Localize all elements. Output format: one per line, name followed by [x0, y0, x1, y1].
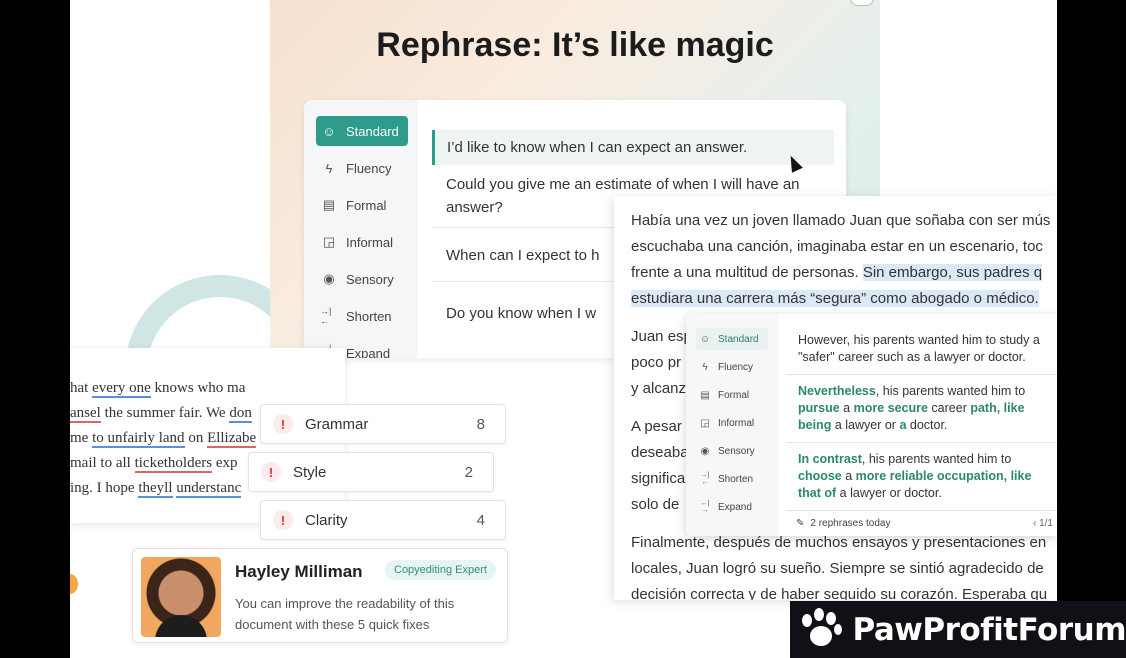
- decorative-dot: [70, 574, 78, 594]
- mini-option[interactable]: In contrast, his parents wanted him to c…: [786, 443, 1057, 510]
- mode-shorten[interactable]: →|← Shorten: [316, 301, 408, 331]
- text-line: estudiara una carrera más “segura” como …: [614, 286, 1057, 312]
- mini-mode-expand[interactable]: ←|→ Expand: [696, 496, 768, 518]
- mini-mode-fluency[interactable]: ϟ Fluency: [696, 356, 768, 378]
- document-icon: ▤: [700, 389, 710, 401]
- issue-count: 8: [476, 415, 485, 433]
- chat-bubbles-icon: ◲: [322, 234, 336, 249]
- alert-icon: !: [273, 510, 293, 530]
- doc-line: mail to all ticketholders exp: [70, 455, 238, 473]
- mode-standard[interactable]: ☺ Standard: [316, 116, 408, 146]
- mini-rephraser: ☺ Standard ϟ Fluency ▤ Formal ◲ Informal ◉ Se…: [686, 314, 1057, 536]
- chat-bubbles-icon: ◲: [700, 417, 710, 429]
- flagged-word[interactable]: theyll: [138, 480, 173, 498]
- doc-line: me to unfairly land on Ellizabe: [70, 430, 257, 448]
- corner-badge: [850, 0, 874, 6]
- mode-label: Standard: [346, 123, 399, 139]
- issue-label: Style: [293, 463, 327, 481]
- mini-options: However, his parents wanted him to study…: [786, 324, 1057, 510]
- doc-line: ing. I hope theyll understanc: [70, 480, 242, 498]
- mini-option[interactable]: Nevertheless, his parents wanted him to …: [786, 375, 1057, 443]
- issue-count: 4: [476, 511, 485, 529]
- alert-icon: !: [261, 462, 281, 482]
- mode-label: Shorten: [346, 308, 392, 324]
- flagged-word[interactable]: every one: [92, 380, 151, 398]
- mode-label: Expand: [346, 345, 391, 359]
- highlighted-text[interactable]: Sin embargo, sus padres q: [862, 264, 1043, 281]
- mode-sensory[interactable]: ◉ Sensory: [316, 264, 408, 294]
- pagination[interactable]: ‹ 1/1: [1033, 518, 1053, 529]
- mini-mode-list: ☺ Standard ϟ Fluency ▤ Formal ◲ Informal ◉ Se…: [686, 314, 778, 536]
- watermark-banner: PawProfitForum: [790, 601, 1126, 658]
- text-line: locales, Juan logró su sueño. Siempre se…: [631, 560, 1044, 577]
- document-icon: ▤: [322, 197, 336, 212]
- flagged-word[interactable]: ticketholders: [134, 455, 213, 473]
- flagged-word[interactable]: don: [229, 405, 252, 423]
- smile-icon: ☺: [699, 333, 711, 345]
- issue-grammar[interactable]: ! Grammar 8: [260, 404, 506, 444]
- bolt-icon: ϟ: [325, 160, 333, 176]
- text-line: Había una vez un joven llamado Juan que …: [631, 212, 1051, 229]
- flagged-word[interactable]: understanc: [176, 480, 242, 498]
- expert-badge: Copyediting Expert: [385, 560, 496, 580]
- flagged-word[interactable]: to unfairly land: [92, 430, 185, 448]
- highlighted-text[interactable]: estudiara una carrera más “segura” como …: [631, 290, 1039, 307]
- mode-label: Informal: [346, 234, 393, 250]
- mini-mode-sensory[interactable]: ◉ Sensory: [696, 440, 768, 462]
- stage: Rephrase: It’s like magic ☺ Standard ϟ Flu…: [70, 0, 1057, 658]
- mini-option[interactable]: However, his parents wanted him to study…: [786, 324, 1057, 375]
- alert-icon: !: [273, 414, 293, 434]
- flagged-word[interactable]: Ellizabe: [207, 430, 257, 448]
- mini-mode-standard[interactable]: ☺ Standard: [696, 328, 768, 350]
- mini-mode-formal[interactable]: ▤ Formal: [696, 384, 768, 406]
- text-line: frente a una multitud de personas. Sin e…: [631, 264, 1043, 281]
- rephrase-option[interactable]: I’d like to know when I can expect an an…: [432, 130, 834, 165]
- eye-icon: ◉: [323, 271, 335, 286]
- mode-fluency[interactable]: ϟ Fluency: [316, 153, 408, 183]
- doc-line: hat every one knows who ma: [70, 380, 246, 398]
- mini-mode-informal[interactable]: ◲ Informal: [696, 412, 768, 434]
- bolt-icon: ϟ: [702, 361, 708, 373]
- mode-label: Fluency: [346, 160, 392, 176]
- flagged-word[interactable]: ansel: [70, 405, 101, 423]
- issue-clarity[interactable]: ! Clarity 4: [260, 500, 506, 540]
- expert-message: You can improve the readability of this …: [235, 596, 455, 632]
- issue-label: Grammar: [305, 415, 369, 433]
- shorten-icon: →|←: [320, 306, 332, 326]
- doc-line: ansel the summer fair. We don: [70, 405, 252, 423]
- avatar: [141, 557, 221, 637]
- watermark-text: PawProfitForum: [852, 611, 1126, 648]
- mini-footer: ✎ 2 rephrases today ‹ 1/1: [786, 510, 1057, 536]
- smile-icon: ☺: [322, 123, 336, 139]
- issue-count: 2: [464, 463, 473, 481]
- mode-formal[interactable]: ▤ Formal: [316, 190, 408, 220]
- text-line: escuchaba una canción, imaginaba estar e…: [631, 238, 1043, 255]
- expand-icon: ←|→: [700, 500, 710, 514]
- mode-label: Sensory: [346, 271, 394, 287]
- paw-icon: [794, 604, 842, 656]
- issue-label: Clarity: [305, 511, 348, 529]
- mode-list: ☺ Standard ϟ Fluency ▤ Formal ◲ Informal ◉ Se…: [304, 100, 418, 358]
- mode-label: Formal: [346, 197, 387, 213]
- hero-title: Rephrase: It’s like magic: [376, 26, 774, 64]
- text-line: decisión correcta y de haber seguido su …: [631, 586, 1048, 600]
- mini-mode-shorten[interactable]: →|← Shorten: [696, 468, 768, 490]
- rephrase-count: 2 rephrases today: [810, 518, 891, 529]
- expert-card[interactable]: Hayley Milliman Copyediting Expert You c…: [132, 548, 508, 643]
- issue-style[interactable]: ! Style 2: [248, 452, 494, 492]
- shorten-icon: →|←: [700, 472, 710, 486]
- wand-icon: ✎: [796, 518, 805, 529]
- eye-icon: ◉: [700, 445, 710, 457]
- expert-name: Hayley Milliman: [235, 562, 363, 581]
- mode-informal[interactable]: ◲ Informal: [316, 227, 408, 257]
